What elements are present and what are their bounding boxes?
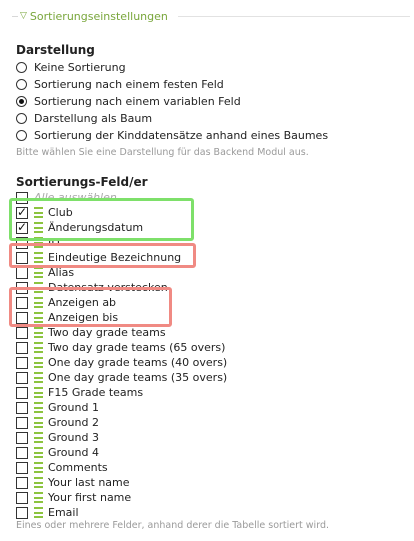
field-label: Comments bbox=[48, 461, 108, 474]
radio-button[interactable] bbox=[16, 113, 27, 124]
legend-rule bbox=[178, 16, 410, 17]
display-option-label: Sortierung nach einem variablen Feld bbox=[34, 95, 241, 108]
collapse-triangle-icon[interactable]: ▽ bbox=[20, 11, 27, 21]
field-item[interactable]: F15 Grade teams bbox=[16, 385, 143, 400]
field-checkbox[interactable] bbox=[16, 476, 28, 489]
field-label: Ground 4 bbox=[48, 446, 99, 459]
field-label: Ground 2 bbox=[48, 416, 99, 429]
field-checkbox[interactable] bbox=[16, 416, 28, 429]
field-item[interactable]: Ground 4 bbox=[16, 445, 99, 460]
drag-handle-icon[interactable] bbox=[34, 327, 43, 338]
radio-button[interactable] bbox=[16, 96, 27, 107]
drag-handle-icon[interactable] bbox=[34, 267, 43, 278]
drag-handle-icon[interactable] bbox=[34, 372, 43, 383]
legend-rule-left bbox=[12, 15, 18, 17]
drag-handle-icon[interactable] bbox=[34, 447, 43, 458]
drag-handle-icon[interactable] bbox=[34, 432, 43, 443]
highlight-red-box-2 bbox=[9, 287, 172, 327]
display-option[interactable]: Sortierung der Kinddatensätze anhand ein… bbox=[16, 128, 328, 143]
drag-handle-icon[interactable] bbox=[34, 417, 43, 428]
display-option[interactable]: Sortierung nach einem variablen Feld bbox=[16, 94, 241, 109]
field-label: Your last name bbox=[48, 476, 130, 489]
display-option[interactable]: Keine Sortierung bbox=[16, 60, 126, 75]
display-option[interactable]: Darstellung als Baum bbox=[16, 111, 152, 126]
highlight-green-box bbox=[9, 198, 194, 241]
field-checkbox[interactable] bbox=[16, 326, 28, 339]
highlight-red-box-1 bbox=[9, 243, 196, 268]
field-checkbox[interactable] bbox=[16, 386, 28, 399]
display-option-label: Sortierung nach einem festen Feld bbox=[34, 78, 224, 91]
field-checkbox[interactable] bbox=[16, 401, 28, 414]
field-label: One day grade teams (40 overs) bbox=[48, 356, 228, 369]
field-label: Your first name bbox=[48, 491, 132, 504]
section-legend-label: Sortierungseinstellungen bbox=[29, 9, 168, 23]
field-checkbox[interactable] bbox=[16, 341, 28, 354]
field-item[interactable]: Ground 2 bbox=[16, 415, 99, 430]
field-label: Email bbox=[48, 506, 79, 519]
fields-hint: Eines oder mehrere Felder, anhand derer … bbox=[16, 520, 329, 531]
field-label: Two day grade teams bbox=[48, 326, 166, 339]
drag-handle-icon[interactable] bbox=[34, 492, 43, 503]
section-legend[interactable]: ▽ Sortierungseinstellungen bbox=[12, 8, 168, 24]
field-item[interactable]: Your last name bbox=[16, 475, 130, 490]
field-checkbox[interactable] bbox=[16, 461, 28, 474]
field-item[interactable]: Two day grade teams bbox=[16, 325, 166, 340]
field-checkbox[interactable] bbox=[16, 491, 28, 504]
display-option-label: Darstellung als Baum bbox=[34, 112, 153, 125]
display-option[interactable]: Sortierung nach einem festen Feld bbox=[16, 77, 224, 92]
field-item[interactable]: Two day grade teams (65 overs) bbox=[16, 340, 225, 355]
field-item[interactable]: One day grade teams (35 overs) bbox=[16, 370, 227, 385]
field-checkbox[interactable] bbox=[16, 356, 28, 369]
field-item[interactable]: Ground 3 bbox=[16, 430, 99, 445]
drag-handle-icon[interactable] bbox=[34, 477, 43, 488]
radio-button[interactable] bbox=[16, 62, 27, 73]
field-checkbox[interactable] bbox=[16, 266, 28, 279]
field-item[interactable]: Your first name bbox=[16, 490, 131, 505]
display-option-label: Keine Sortierung bbox=[34, 61, 126, 74]
fields-heading: Sortierungs-Feld/er bbox=[16, 175, 148, 189]
field-checkbox[interactable] bbox=[16, 446, 28, 459]
field-label: F15 Grade teams bbox=[48, 386, 144, 399]
drag-handle-icon[interactable] bbox=[34, 357, 43, 368]
drag-handle-icon[interactable] bbox=[34, 402, 43, 413]
display-option-label: Sortierung der Kinddatensätze anhand ein… bbox=[34, 129, 329, 142]
field-item[interactable]: Comments bbox=[16, 460, 108, 475]
drag-handle-icon[interactable] bbox=[34, 387, 43, 398]
field-checkbox[interactable] bbox=[16, 506, 28, 519]
field-label: Ground 3 bbox=[48, 431, 99, 444]
field-label: Two day grade teams (65 overs) bbox=[48, 341, 226, 354]
field-label: One day grade teams (35 overs) bbox=[48, 371, 228, 384]
field-item[interactable]: Ground 1 bbox=[16, 400, 99, 415]
drag-handle-icon[interactable] bbox=[34, 507, 43, 518]
drag-handle-icon[interactable] bbox=[34, 462, 43, 473]
field-label: Ground 1 bbox=[48, 401, 99, 414]
display-heading: Darstellung bbox=[16, 43, 95, 57]
field-item[interactable]: One day grade teams (40 overs) bbox=[16, 355, 227, 370]
field-item[interactable]: Email bbox=[16, 505, 79, 520]
display-hint: Bitte wählen Sie eine Darstellung für da… bbox=[16, 147, 309, 158]
field-checkbox[interactable] bbox=[16, 431, 28, 444]
field-checkbox[interactable] bbox=[16, 371, 28, 384]
drag-handle-icon[interactable] bbox=[34, 342, 43, 353]
radio-button[interactable] bbox=[16, 79, 27, 90]
radio-button[interactable] bbox=[16, 130, 27, 141]
